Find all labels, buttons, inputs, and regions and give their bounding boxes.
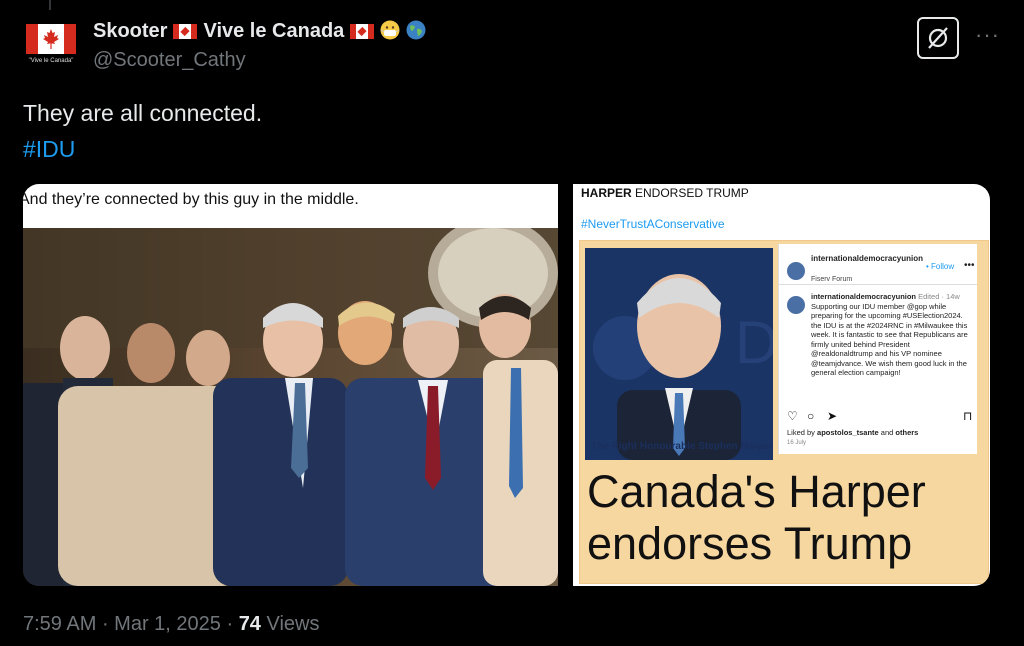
portrait-caption: The Right Honourable Stephen Harper — [591, 441, 773, 452]
insta-post-body: internationaldemocracyunion Edited · 14w… — [811, 292, 968, 377]
heart-icon: ♡ — [787, 409, 798, 423]
canada-flag-icon — [350, 23, 375, 39]
more-icon: ··· — [975, 22, 1000, 47]
insta-liked-by: Liked by apostolos_tsante and others — [787, 428, 919, 437]
display-name-suffix[interactable]: Vive le Canada — [203, 20, 344, 43]
more-options-button[interactable]: ··· — [975, 22, 1000, 48]
display-name[interactable]: Skooter — [93, 20, 167, 43]
canada-flag-icon — [173, 23, 198, 39]
insta-follow: • Follow — [926, 262, 955, 271]
thread-line — [49, 0, 51, 10]
tweet-time[interactable]: 7:59 AM — [23, 613, 96, 635]
tweet-text: They are all connected. — [23, 100, 263, 126]
image-hashtag: #NeverTrustAConservative — [581, 217, 725, 231]
hashtag-link[interactable]: #IDU — [23, 136, 75, 163]
insta-action-icons: ♡ ○ ➤ ⊓ — [787, 409, 975, 423]
group-photo — [23, 228, 558, 586]
globe-icon — [406, 20, 426, 43]
image-title: HARPER ENDORSED TRUMP — [581, 186, 749, 200]
canada-flag-icon — [26, 24, 76, 54]
insta-more-icon: ••• — [964, 260, 975, 271]
avatar[interactable]: "Vive le Canada" — [24, 22, 78, 70]
insta-avatar — [787, 262, 805, 280]
bookmark-icon: ⊓ — [963, 409, 973, 423]
tweet-meta: 7:59 AM · Mar 1, 2025 · 74 Views — [23, 613, 320, 635]
comment-icon: ○ — [807, 409, 815, 423]
media-grid: And they’re connected by this guy in the… — [23, 184, 990, 586]
image-headline: Canada's Harper endorses Trump — [587, 466, 926, 569]
instagram-post-card: internationaldemocracyunion • Follow •••… — [778, 244, 977, 454]
share-icon: ➤ — [827, 409, 838, 423]
insta-avatar — [787, 296, 805, 314]
views-label: Views — [260, 613, 320, 635]
insta-account: internationaldemocracyunion — [811, 254, 924, 263]
author-handle[interactable]: @Scooter_Cathy — [93, 49, 246, 72]
insta-location: Fiserv Forum — [811, 276, 853, 283]
media-image-left[interactable]: And they’re connected by this guy in the… — [23, 184, 558, 586]
tweet-date[interactable]: Mar 1, 2025 — [114, 613, 221, 635]
views-count: 74 — [238, 613, 261, 635]
insta-date: 16 July — [787, 440, 807, 446]
svg-text:DU: DU — [735, 309, 773, 376]
media-image-right[interactable]: HARPER ENDORSED TRUMP #NeverTrustAConser… — [573, 184, 990, 586]
image-caption: And they’re connected by this guy in the… — [23, 184, 558, 228]
grok-button[interactable] — [917, 17, 959, 59]
avatar-caption: "Vive le Canada" — [28, 58, 74, 64]
author-name-row[interactable]: Skooter Vive le Canada — [93, 18, 426, 44]
portrait-photo: DU — [585, 248, 773, 460]
grok-icon — [928, 27, 948, 49]
mask-face-icon — [380, 20, 400, 43]
